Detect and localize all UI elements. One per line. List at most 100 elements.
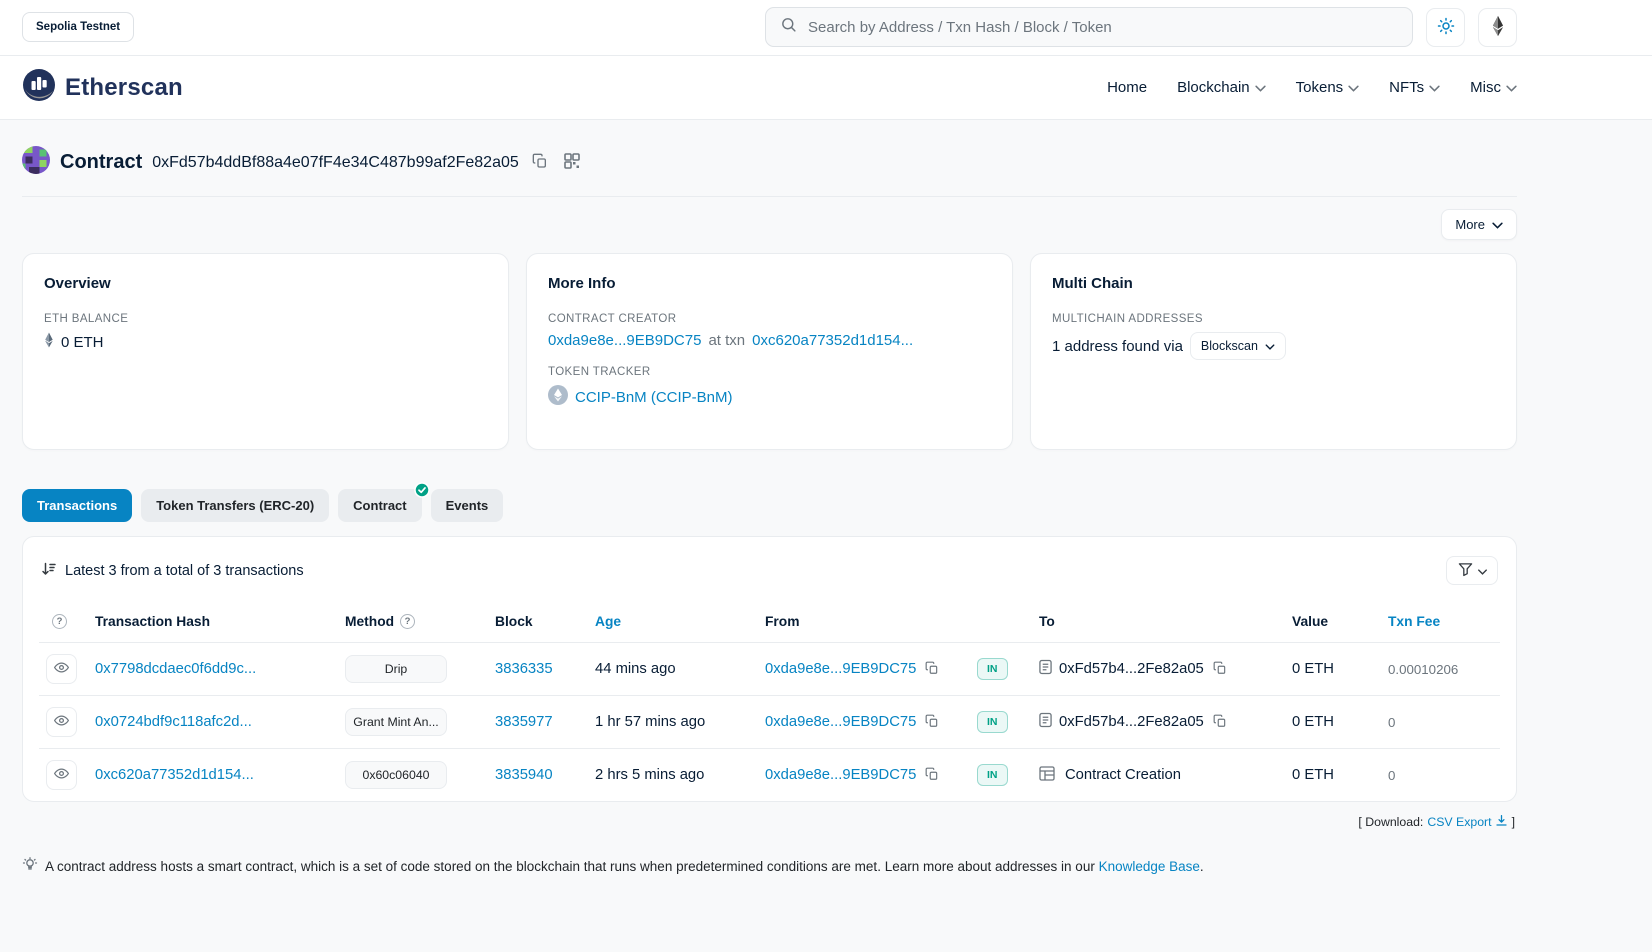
age-cell: 44 mins ago (595, 661, 765, 677)
tab-events[interactable]: Events (431, 489, 504, 522)
more-dropdown-button[interactable]: More (1441, 209, 1517, 240)
qr-code-icon (564, 153, 580, 172)
from-address-link[interactable]: 0xda9e8e...9EB9DC75 (765, 767, 916, 783)
network-switch-button[interactable] (1478, 8, 1517, 47)
col-txn-fee-sort[interactable]: Txn Fee (1388, 614, 1500, 629)
preview-txn-button[interactable] (46, 707, 77, 737)
multichain-card: Multi Chain MULTICHAIN ADDRESSES 1 addre… (1030, 253, 1517, 450)
eth-balance-value: 0 ETH (61, 334, 104, 351)
multichain-provider-dropdown[interactable]: Blockscan (1190, 332, 1286, 360)
more-info-card-title: More Info (548, 275, 991, 292)
download-icon (1495, 814, 1508, 830)
tab-bar: Transactions Token Transfers (ERC-20) Co… (22, 489, 1517, 522)
brand-name: Etherscan (65, 74, 183, 102)
method-pill: Grant Mint An... (345, 708, 447, 736)
chevron-down-icon (1348, 79, 1359, 96)
txn-hash-link[interactable]: 0x7798dcdaec0f6dd9c... (95, 661, 256, 677)
network-badge[interactable]: Sepolia Testnet (22, 12, 134, 42)
col-value: Value (1292, 614, 1388, 629)
nav-item-misc[interactable]: Misc (1470, 79, 1517, 96)
help-icon[interactable] (52, 614, 67, 629)
creation-txn-link[interactable]: 0xc620a77352d1d154... (752, 332, 913, 349)
to-address: 0xFd57b4...2Fe82a05 (1059, 661, 1204, 677)
nav-item-blockchain[interactable]: Blockchain (1177, 79, 1266, 96)
preview-txn-button[interactable] (46, 760, 77, 790)
txn-hash-link[interactable]: 0xc620a77352d1d154... (95, 767, 254, 783)
csv-export-link[interactable]: CSV Export (1427, 814, 1507, 830)
etherscan-logo[interactable]: Etherscan (22, 68, 183, 107)
tab-transactions[interactable]: Transactions (22, 489, 132, 522)
search-input[interactable] (806, 18, 1398, 37)
block-link[interactable]: 3836335 (495, 661, 553, 677)
multichain-addresses-label: MULTICHAIN ADDRESSES (1052, 313, 1495, 325)
tab-contract[interactable]: Contract (338, 489, 421, 522)
etherscan-logo-icon (22, 68, 56, 107)
copy-icon (1213, 661, 1227, 678)
eye-icon (54, 713, 69, 731)
nav-item-home[interactable]: Home (1107, 79, 1147, 96)
to-address: 0xFd57b4...2Fe82a05 (1059, 714, 1204, 730)
search-bar (765, 7, 1413, 47)
chevron-down-icon (1478, 563, 1487, 578)
nav-item-nfts[interactable]: NFTs (1389, 79, 1440, 96)
block-link[interactable]: 3835977 (495, 714, 553, 730)
chevron-down-icon (1429, 79, 1440, 96)
transactions-summary: Latest 3 from a total of 3 transactions (65, 563, 304, 579)
eth-glyph-icon (44, 332, 54, 352)
preview-txn-button[interactable] (46, 654, 77, 684)
col-to: To (1039, 614, 1292, 629)
tab-token-transfers[interactable]: Token Transfers (ERC-20) (141, 489, 329, 522)
txn-hash-link[interactable]: 0x0724bdf9c118afc2d... (95, 714, 252, 730)
sun-icon (1437, 17, 1455, 38)
copy-from-button[interactable] (923, 659, 941, 680)
chevron-down-icon (1265, 339, 1275, 353)
transactions-panel: Latest 3 from a total of 3 transactions … (22, 536, 1517, 802)
contract-creator-label: CONTRACT CREATOR (548, 313, 991, 325)
copy-icon (925, 767, 939, 784)
value-cell: 0 ETH (1292, 714, 1388, 730)
token-tracker-link[interactable]: CCIP-BnM (CCIP-BnM) (575, 389, 733, 406)
description-period: . (1200, 859, 1204, 874)
direction-badge: IN (977, 711, 1008, 733)
download-suffix: ] (1512, 815, 1515, 829)
nav-item-tokens[interactable]: Tokens (1296, 79, 1360, 96)
value-cell: 0 ETH (1292, 767, 1388, 783)
theme-toggle-button[interactable] (1426, 8, 1465, 47)
col-age-sort[interactable]: Age (595, 614, 765, 629)
lightbulb-icon (22, 857, 38, 876)
copy-icon (532, 153, 548, 172)
copy-icon (1213, 714, 1227, 731)
filter-button[interactable] (1446, 556, 1498, 585)
from-address-link[interactable]: 0xda9e8e...9EB9DC75 (765, 661, 916, 677)
copy-icon (925, 661, 939, 678)
page-title: Contract (60, 151, 142, 174)
copy-to-button[interactable] (1211, 659, 1229, 680)
copy-from-button[interactable] (923, 765, 941, 786)
col-method: Method (345, 614, 495, 629)
knowledge-base-link[interactable]: Knowledge Base (1099, 859, 1200, 874)
creator-address-link[interactable]: 0xda9e8e...9EB9DC75 (548, 332, 701, 349)
fee-cell: 0 (1388, 715, 1500, 730)
table-row: 0x0724bdf9c118afc2d... Grant Mint An... … (39, 695, 1500, 748)
divider (22, 196, 1517, 197)
verified-check-icon (414, 482, 430, 501)
copy-from-button[interactable] (923, 712, 941, 733)
overview-card-title: Overview (44, 275, 487, 292)
main-navbar: Etherscan Home Blockchain Tokens NFTs Mi… (0, 55, 1652, 120)
fee-cell: 0 (1388, 768, 1500, 783)
col-transaction-hash: Transaction Hash (95, 614, 345, 629)
download-prefix: [ Download: (1358, 815, 1423, 829)
copy-address-button[interactable] (529, 150, 551, 175)
help-icon[interactable] (400, 614, 415, 629)
sort-icon (41, 561, 57, 581)
contract-description: A contract address hosts a smart contrac… (22, 857, 1517, 876)
contract-address: 0xFd57b4ddBf88a4e07fF4e34C487b99af2Fe82a… (152, 154, 519, 172)
from-address-link[interactable]: 0xda9e8e...9EB9DC75 (765, 714, 916, 730)
to-contract-creation: Contract Creation (1065, 767, 1181, 783)
contract-creation-icon (1039, 766, 1055, 785)
col-block: Block (495, 614, 595, 629)
search-icon (780, 16, 797, 38)
qr-code-button[interactable] (561, 150, 583, 175)
copy-to-button[interactable] (1211, 712, 1229, 733)
block-link[interactable]: 3835940 (495, 767, 553, 783)
